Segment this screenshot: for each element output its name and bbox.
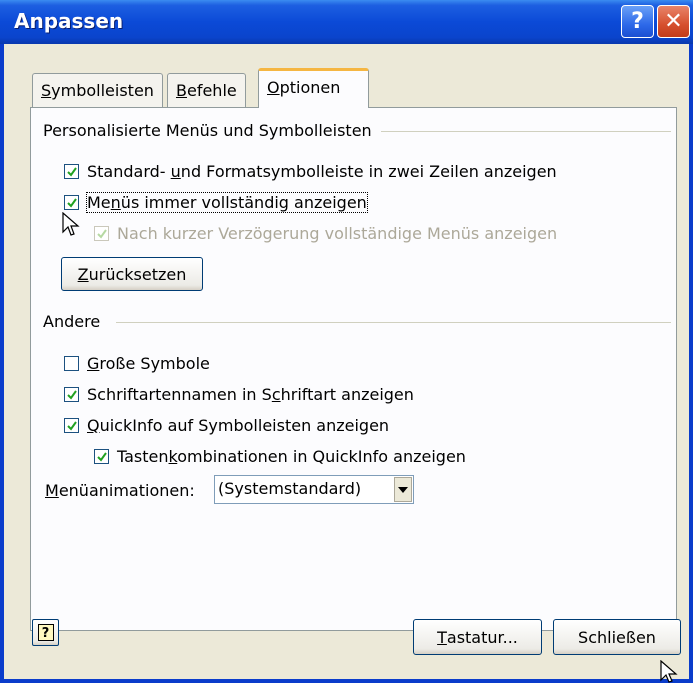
menu-animation-select[interactable]: (Systemstandard) (214, 475, 414, 504)
close-title-button[interactable]: ✕ (657, 5, 690, 38)
mouse-pointer-icon (62, 212, 80, 236)
close-button[interactable]: Schließen (553, 619, 681, 655)
tab-symbolleisten[interactable]: Symbolleisten (32, 73, 163, 107)
customize-dialog: Anpassen ? ✕ Symbolleisten Befehle Optio… (0, 0, 693, 683)
select-value: (Systemstandard) (218, 479, 362, 498)
tab-befehle[interactable]: Befehle (167, 73, 246, 107)
checkbox-box[interactable] (64, 356, 79, 371)
checkbox-box[interactable] (64, 195, 79, 210)
dropdown-arrow-icon[interactable] (394, 477, 412, 502)
checkbox-box[interactable] (64, 387, 79, 402)
checkbox-box (94, 226, 109, 241)
checkbox-box[interactable] (64, 164, 79, 179)
checkbox-label: Menüs immer vollständig anzeigen (86, 192, 368, 213)
help-button[interactable]: ? (32, 619, 59, 646)
dialog-body: Symbolleisten Befehle Optionen Personali… (4, 44, 689, 679)
keyboard-button[interactable]: Tastatur... (413, 619, 542, 655)
tab-optionen[interactable]: Optionen (258, 68, 369, 108)
checkbox-label: QuickInfo auf Symbolleisten anzeigen (87, 416, 390, 435)
checkbox-label: Standard- und Formatsymbolleiste in zwei… (87, 162, 557, 181)
checkbox-label: Große Symbole (87, 354, 210, 373)
title-bar[interactable]: Anpassen ? ✕ (0, 0, 693, 44)
group-divider (381, 131, 671, 132)
group-title-other: Andere (43, 312, 109, 331)
options-tab-panel: Personalisierte Menüs und Symbolleisten … (30, 107, 677, 631)
group-title-personalized: Personalisierte Menüs und Symbolleisten (43, 121, 380, 140)
question-icon: ? (631, 9, 644, 34)
checkbox-label: Schriftartennamen in Schriftart anzeigen (87, 385, 414, 404)
mouse-pointer-icon (660, 660, 678, 683)
dialog-title: Anpassen (14, 9, 124, 33)
checkbox-box[interactable] (64, 418, 79, 433)
checkbox-box[interactable] (94, 449, 109, 464)
close-icon: ✕ (664, 9, 683, 34)
reset-button[interactable]: Zurücksetzen (61, 257, 203, 291)
checkbox-label: Nach kurzer Verzögerung vollständige Men… (117, 224, 558, 243)
menu-animation-label: Menüanimationen: (45, 481, 195, 500)
help-title-button[interactable]: ? (621, 5, 654, 38)
group-divider (116, 322, 671, 323)
checkbox-label: Tastenkombinationen in QuickInfo anzeige… (117, 447, 466, 466)
help-book-icon: ? (37, 624, 54, 641)
